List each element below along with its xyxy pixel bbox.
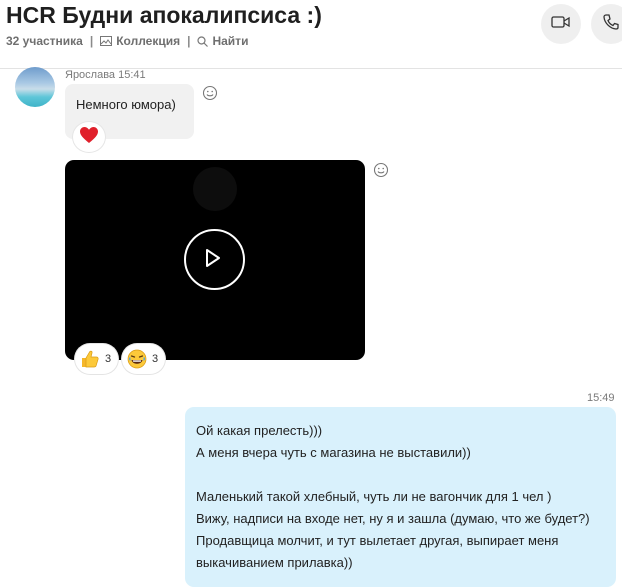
heart-icon — [79, 126, 99, 149]
phone-icon — [602, 13, 620, 36]
separator: | — [89, 34, 94, 48]
chat-title: HCR Будни апокалипсиса :) — [6, 2, 322, 28]
video-call-button[interactable] — [541, 4, 581, 44]
audio-call-button[interactable] — [591, 4, 622, 44]
outgoing-message-bubble[interactable]: Ой какая прелесть))) А меня вчера чуть с… — [185, 407, 616, 587]
reaction-count: 3 — [105, 353, 112, 365]
video-thumbnail-logo — [193, 167, 237, 211]
message-line: Вижу, надписи на входе нет, ну я и зашла… — [196, 511, 590, 526]
message-line: Продавщица молчит, и тут вылетает другая… — [196, 533, 559, 548]
search-icon — [197, 35, 209, 47]
sender-avatar[interactable] — [15, 67, 55, 107]
message-time: 15:41 — [118, 69, 146, 81]
sender-name: Ярослава — [65, 69, 116, 81]
play-button[interactable] — [184, 229, 245, 290]
message-line: А меня вчера чуть с магазина не выставил… — [196, 445, 471, 460]
message-text: Ой какая прелесть))) А меня вчера чуть с… — [196, 420, 590, 574]
message-sender-line: Ярослава 15:41 — [65, 69, 146, 81]
collection-link[interactable]: Коллекция — [116, 34, 180, 48]
add-reaction-button[interactable] — [373, 162, 389, 183]
chat-header: HCR Будни апокалипсиса :) 32 участника |… — [0, 0, 622, 69]
reaction-laugh[interactable]: 3 — [122, 344, 166, 374]
message-line: Маленький такой хлебный, чуть ли не ваго… — [196, 489, 552, 504]
message-line: Ой какая прелесть))) — [196, 423, 323, 438]
add-reaction-button[interactable] — [202, 85, 218, 106]
reaction-heart[interactable] — [73, 122, 105, 152]
smiley-icon — [202, 85, 218, 105]
video-camera-icon — [551, 15, 571, 34]
participants-count[interactable]: 32 участника — [6, 34, 83, 48]
message-time: 15:49 — [587, 392, 615, 404]
video-message[interactable] — [65, 160, 365, 360]
search-link[interactable]: Найти — [212, 34, 248, 48]
laughing-face-icon — [127, 349, 147, 369]
smiley-icon — [373, 162, 389, 182]
thumbs-up-icon — [80, 349, 100, 369]
message-line — [196, 464, 590, 486]
message-text: Немного юмора) — [76, 97, 176, 112]
message-line: выкачиванием прилавка)) — [196, 555, 353, 570]
reaction-count: 3 — [152, 353, 159, 365]
separator: | — [187, 34, 191, 48]
reaction-thumbs-up[interactable]: 3 — [75, 344, 119, 374]
chat-meta-bar: 32 участника | Коллекция | Найти — [6, 34, 248, 48]
gallery-icon — [100, 36, 113, 46]
